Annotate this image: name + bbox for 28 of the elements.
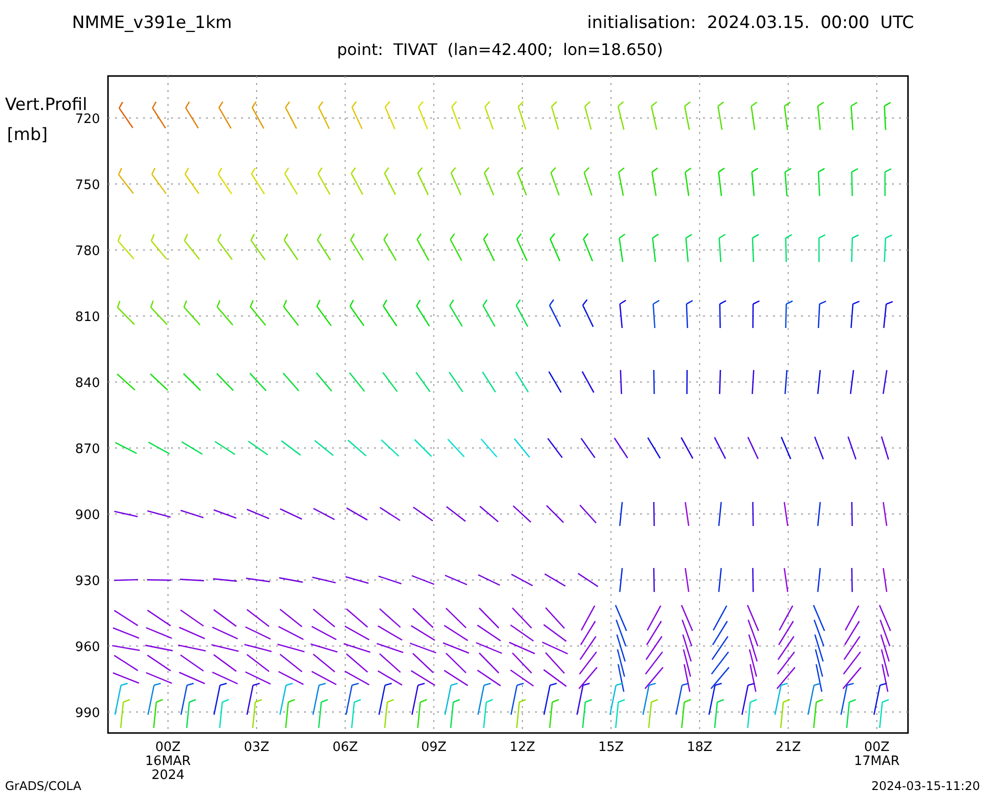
x-tick-label: 00Z [155, 740, 181, 755]
y-tick-label: 930 [75, 574, 100, 589]
x-tick-label: 03Z [244, 740, 270, 755]
y-tick-label: 900 [75, 508, 100, 523]
x-tick-label: 06Z [332, 740, 358, 755]
y-tick-label: 840 [75, 376, 100, 391]
initialisation-time: initialisation: 2024.03.15. 00:00 UTC [587, 15, 914, 32]
x-tick-date: 17MAR [854, 754, 900, 769]
plot-timestamp: 2024-03-15-11:20 [871, 780, 980, 792]
x-tick-label: 21Z [775, 740, 801, 755]
source-credit: GrADS/COLA [5, 780, 82, 792]
y-tick-label: 990 [75, 706, 100, 721]
y-tick-label: 780 [75, 244, 100, 259]
y-tick-label: 720 [75, 112, 100, 127]
y-tick-label: 870 [75, 442, 100, 457]
y-tick-label: 960 [75, 640, 100, 655]
chart-subtitle: point: TIVAT (lan=42.400; lon=18.650) [336, 42, 664, 58]
x-tick-date: 16MAR [145, 754, 191, 769]
x-tick-label: 00Z [864, 740, 890, 755]
x-tick-label: 18Z [686, 740, 712, 755]
y-axis-unit: [mb] [7, 125, 48, 145]
x-tick-label: 15Z [598, 740, 624, 755]
y-tick-label: 750 [75, 178, 100, 193]
x-tick-label: 12Z [510, 740, 536, 755]
model-title: NMME_v391e_1km [72, 15, 232, 32]
y-tick-label: 810 [75, 310, 100, 325]
x-tick-year: 2024 [151, 768, 185, 780]
x-tick-label: 09Z [421, 740, 447, 755]
